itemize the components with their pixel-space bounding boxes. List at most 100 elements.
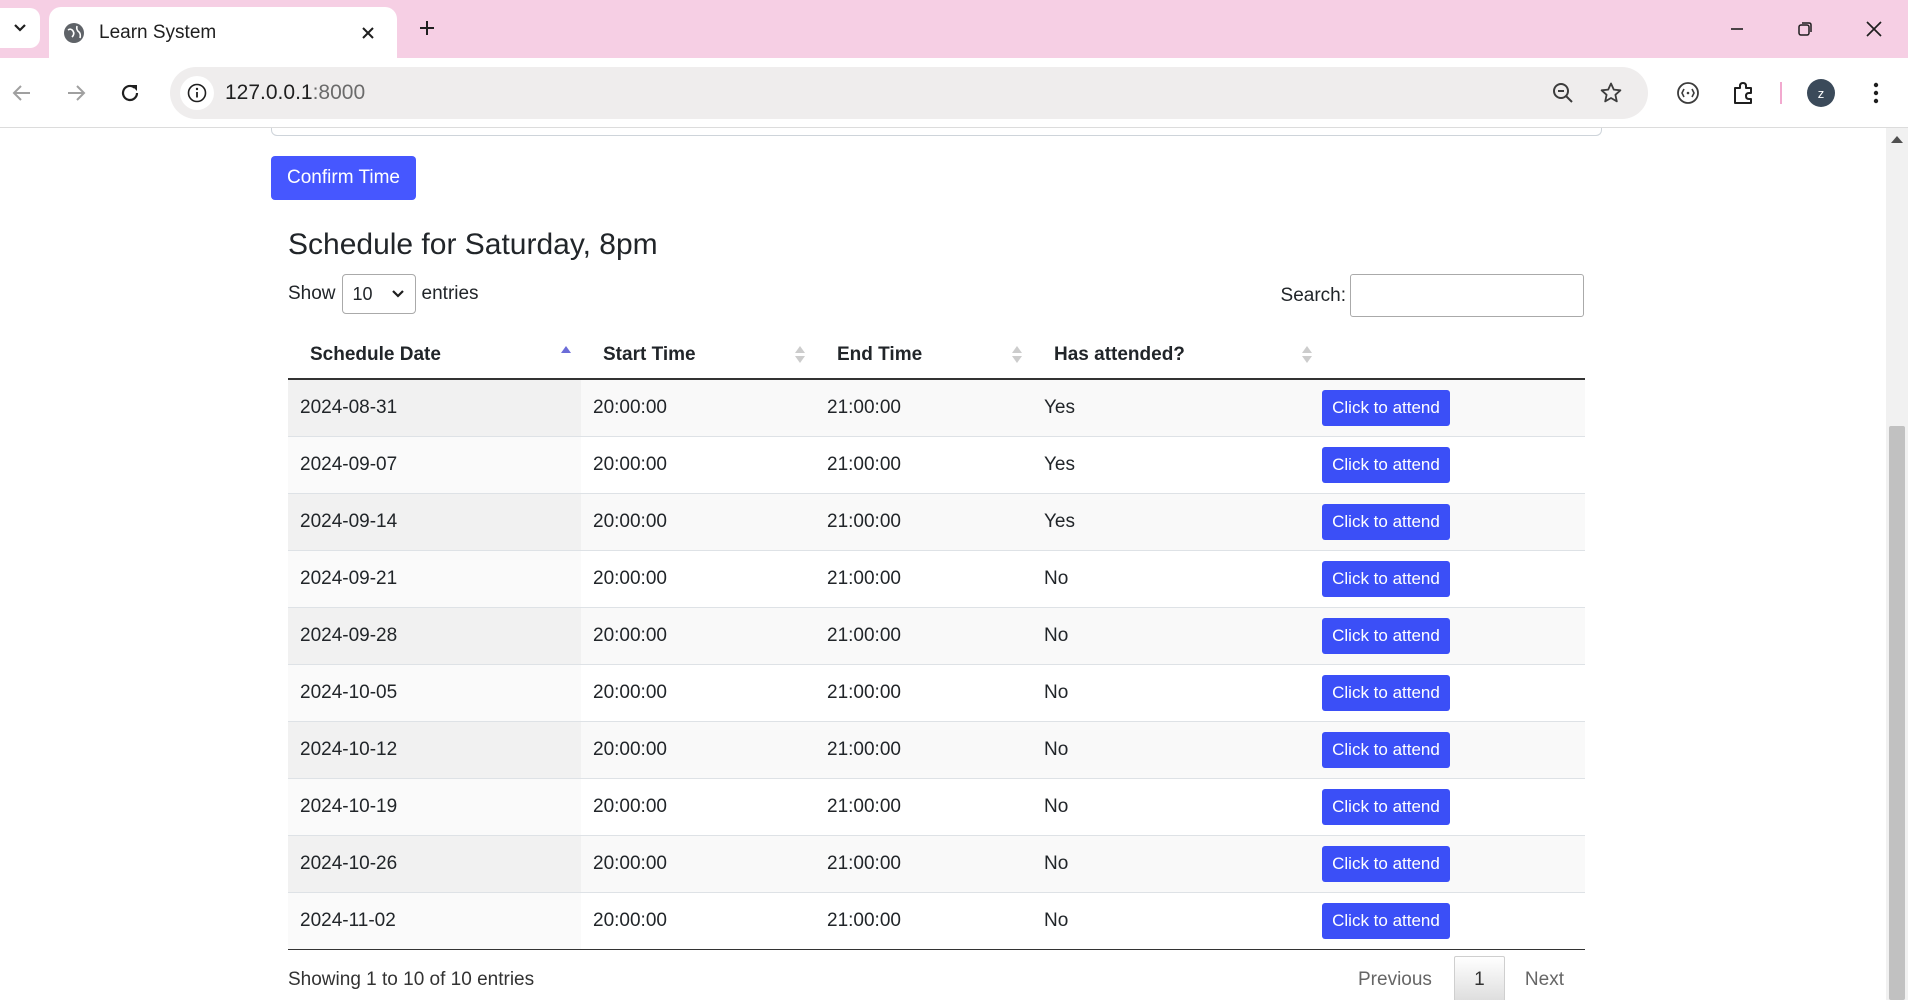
extensions-menu-button[interactable] (1725, 75, 1761, 111)
attend-button[interactable]: Click to attend (1322, 846, 1450, 882)
back-button[interactable] (4, 75, 40, 111)
confirm-time-button[interactable]: Confirm Time (271, 156, 416, 200)
show-label: Show (288, 283, 336, 304)
minimize-button[interactable] (1720, 12, 1754, 46)
table-row: 2024-09-28 20:00:00 21:00:00 No Click to… (288, 608, 1585, 665)
reload-button[interactable] (112, 75, 148, 111)
table-row: 2024-09-07 20:00:00 21:00:00 Yes Click t… (288, 437, 1585, 494)
cell-end: 21:00:00 (827, 796, 901, 817)
cell-action: Click to attend (1322, 893, 1585, 949)
time-input-field[interactable] (271, 128, 1602, 136)
attend-button[interactable]: Click to attend (1322, 504, 1450, 540)
info-icon (187, 83, 207, 103)
cell-attended: No (1044, 625, 1069, 646)
attend-button[interactable]: Click to attend (1322, 732, 1450, 768)
attend-button[interactable]: Click to attend (1322, 390, 1450, 426)
cell-action: Click to attend (1322, 722, 1585, 778)
column-label: Start Time (603, 344, 696, 365)
entries-label: entries (421, 283, 479, 304)
attend-button[interactable]: Click to attend (1322, 561, 1450, 597)
cell-start: 20:00:00 (593, 625, 667, 646)
close-window-button[interactable] (1857, 12, 1891, 46)
sort-icon (795, 344, 805, 364)
cell-attended: No (1044, 853, 1069, 874)
cell-date: 2024-10-05 (288, 665, 581, 721)
reload-icon (121, 84, 139, 102)
table-row: 2024-09-14 20:00:00 21:00:00 Yes Click t… (288, 494, 1585, 551)
next-page-button[interactable]: Next (1505, 969, 1584, 991)
cell-date: 2024-09-21 (288, 551, 581, 607)
scroll-up-arrow-icon[interactable] (1891, 136, 1903, 143)
zoom-button[interactable] (1550, 80, 1576, 106)
attend-button[interactable]: Click to attend (1322, 903, 1450, 939)
tab-search-button[interactable] (0, 8, 40, 48)
table-row: 2024-10-19 20:00:00 21:00:00 No Click to… (288, 779, 1585, 836)
cell-action: Click to attend (1322, 836, 1585, 892)
close-tab-button[interactable] (357, 22, 379, 44)
cell-end: 21:00:00 (827, 625, 901, 646)
cell-start: 20:00:00 (593, 397, 667, 418)
table-row: 2024-11-02 20:00:00 21:00:00 No Click to… (288, 893, 1585, 950)
chevron-down-icon (14, 24, 26, 32)
site-info-button[interactable] (180, 76, 214, 110)
cell-attended: No (1044, 739, 1069, 760)
forward-icon (68, 85, 86, 101)
page-scrollbar[interactable] (1886, 128, 1908, 1000)
plus-icon (420, 21, 434, 35)
tab-learn-system[interactable]: Learn System (49, 7, 397, 58)
attend-button[interactable]: Click to attend (1322, 789, 1450, 825)
cell-start: 20:00:00 (593, 568, 667, 589)
table-row: 2024-10-12 20:00:00 21:00:00 No Click to… (288, 722, 1585, 779)
close-icon (1866, 21, 1882, 37)
pagination: Previous 1 Next (1348, 956, 1584, 1000)
extension-button[interactable] (1670, 75, 1706, 111)
minimize-icon (1731, 28, 1743, 30)
page-1-button[interactable]: 1 (1453, 956, 1505, 1000)
cell-end: 21:00:00 (827, 397, 901, 418)
table-row: 2024-10-05 20:00:00 21:00:00 No Click to… (288, 665, 1585, 722)
scrollbar-thumb[interactable] (1889, 426, 1905, 1000)
cell-end: 21:00:00 (827, 454, 901, 475)
search-label: Search: (1280, 284, 1346, 306)
table-row: 2024-08-31 20:00:00 21:00:00 Yes Click t… (288, 380, 1585, 437)
cell-date: 2024-09-07 (288, 437, 581, 493)
attend-button[interactable]: Click to attend (1322, 675, 1450, 711)
schedule-table: Schedule Date Start Time End Time Has at… (288, 332, 1585, 950)
attend-button[interactable]: Click to attend (1322, 618, 1450, 654)
column-header-start-time[interactable]: Start Time (581, 332, 815, 378)
entries-length-control: Show 10 entries (288, 274, 479, 314)
restore-icon (1798, 22, 1812, 36)
cell-date: 2024-10-26 (288, 836, 581, 892)
column-header-has-attended[interactable]: Has attended? (1032, 332, 1322, 378)
table-info: Showing 1 to 10 of 10 entries (288, 969, 535, 990)
column-header-end-time[interactable]: End Time (815, 332, 1032, 378)
cell-action: Click to attend (1322, 494, 1585, 550)
table-row: 2024-09-21 20:00:00 21:00:00 No Click to… (288, 551, 1585, 608)
cell-action: Click to attend (1322, 608, 1585, 664)
star-icon (1600, 82, 1622, 103)
cell-attended: No (1044, 568, 1069, 589)
entries-select[interactable]: 10 (341, 274, 416, 314)
cell-attended: No (1044, 682, 1069, 703)
address-bar[interactable]: 127.0.0.1:8000 (170, 67, 1648, 119)
cell-action: Click to attend (1322, 665, 1585, 721)
search-input[interactable] (1350, 274, 1584, 317)
browser-menu-button[interactable] (1858, 75, 1894, 111)
cell-start: 20:00:00 (593, 454, 667, 475)
puzzle-icon (1734, 82, 1752, 104)
entries-select-value: 10 (352, 283, 373, 304)
cell-date: 2024-09-28 (288, 608, 581, 664)
zoom-icon (1553, 83, 1573, 103)
profile-avatar[interactable]: z (1807, 79, 1835, 107)
column-header-schedule-date[interactable]: Schedule Date (288, 332, 581, 378)
attend-button[interactable]: Click to attend (1322, 447, 1450, 483)
tab-title: Learn System (99, 21, 217, 43)
cell-attended: Yes (1044, 511, 1075, 532)
forward-button[interactable] (58, 75, 94, 111)
url-text[interactable]: 127.0.0.1:8000 (225, 81, 365, 105)
browser-toolbar: 127.0.0.1:8000 z (0, 58, 1908, 128)
new-tab-button[interactable] (412, 13, 442, 43)
previous-page-button[interactable]: Previous (1348, 969, 1454, 991)
bookmark-button[interactable] (1598, 80, 1624, 106)
restore-button[interactable] (1788, 12, 1822, 46)
